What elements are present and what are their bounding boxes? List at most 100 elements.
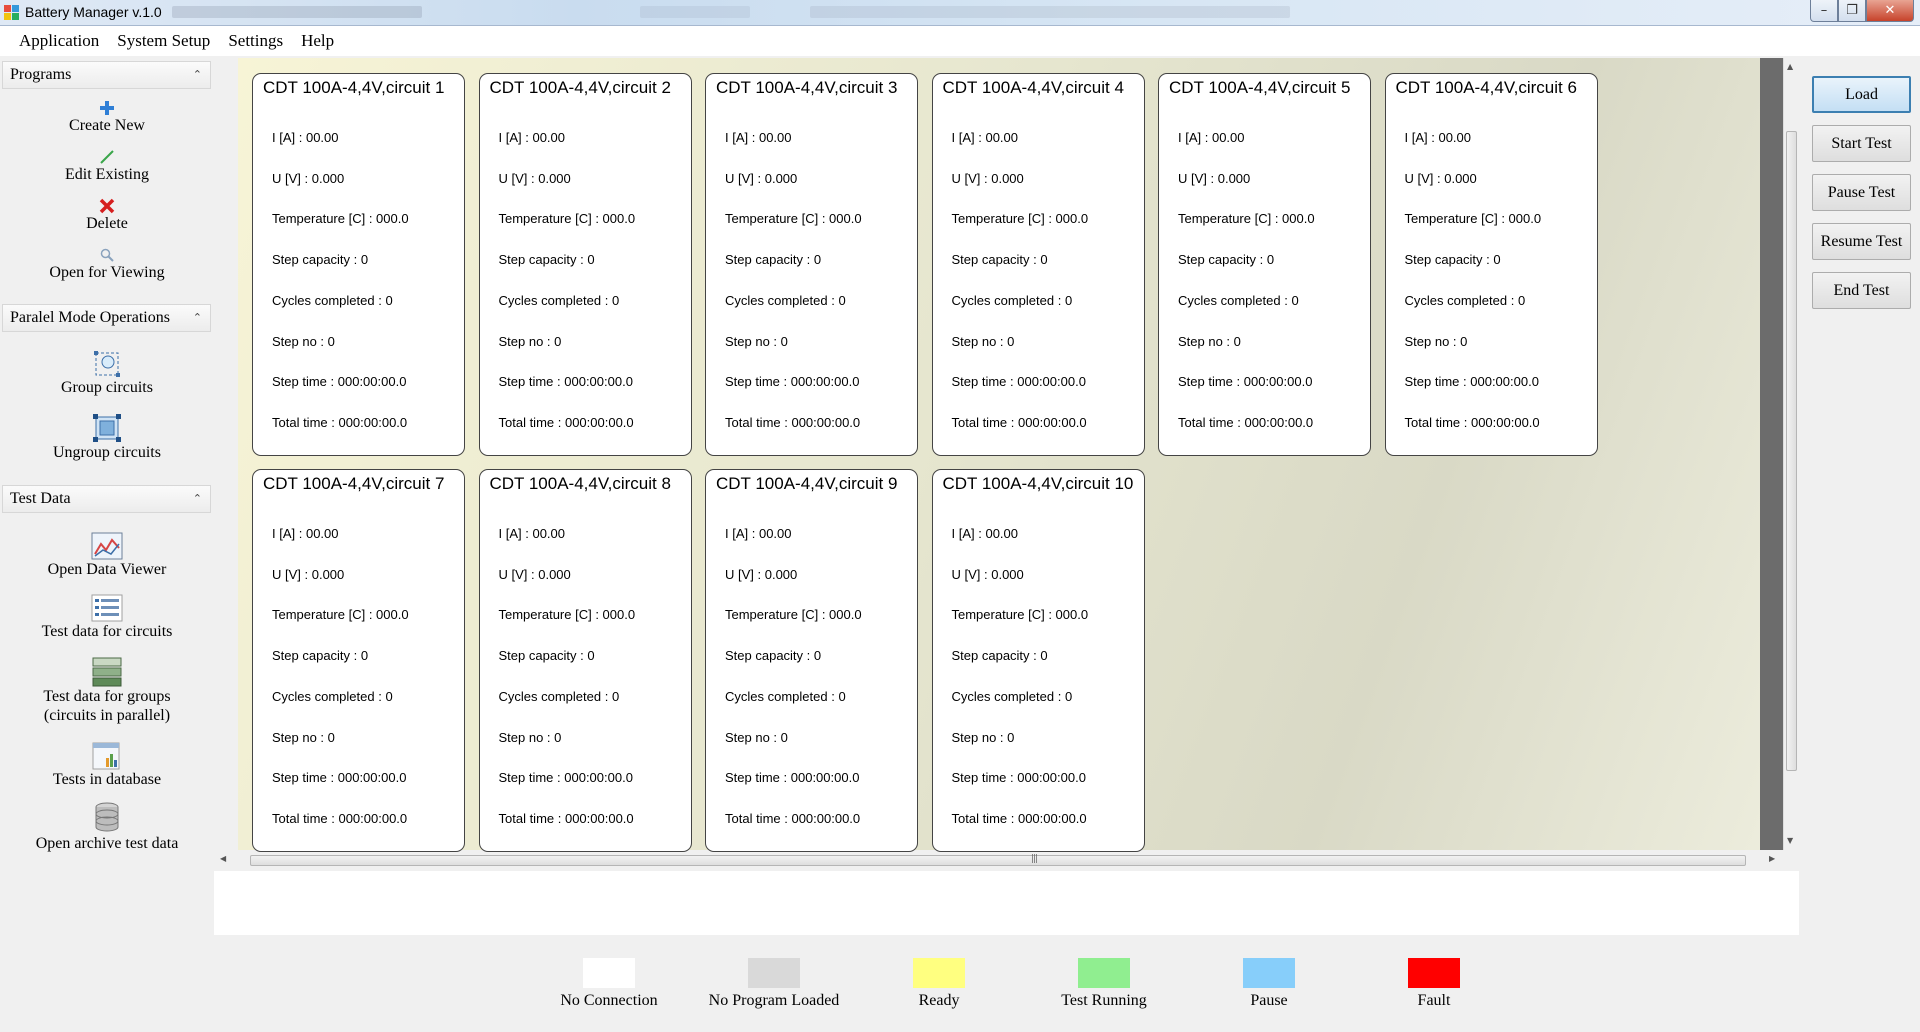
circuit-card[interactable]: CDT 100A-4,4V,circuit 6 I [A] : 00.00 U [V… xyxy=(1384,73,1598,456)
circuit-field-temperature: Temperature [C] : 000.0 xyxy=(272,607,409,622)
sidebar-item-open-archive-test-data[interactable]: Open archive test data xyxy=(0,802,214,853)
field-label: U [V] : xyxy=(498,170,539,186)
field-value: 000:00:00.0 xyxy=(337,374,407,390)
field-value: 0 xyxy=(327,333,335,349)
circuit-card[interactable]: CDT 100A-4,4V,circuit 2 I [A] : 00.00 U [V… xyxy=(478,73,692,456)
pause-test-button[interactable]: Pause Test xyxy=(1812,174,1911,211)
circuit-field-current: I [A] : 00.00 xyxy=(725,526,792,541)
resume-test-button[interactable]: Resume Test xyxy=(1812,223,1911,260)
field-value: 0 xyxy=(813,648,822,664)
circuit-card[interactable]: CDT 100A-4,4V,circuit 8 I [A] : 00.00 U [V… xyxy=(478,469,692,852)
sidebar-item-delete[interactable]: Delete xyxy=(0,198,214,233)
field-label: Temperature [C] : xyxy=(272,607,377,623)
circuit-card[interactable]: CDT 100A-4,4V,circuit 3 I [A] : 00.00 U [V… xyxy=(705,73,918,456)
field-label: I [A] : xyxy=(725,130,759,145)
field-value: 0.000 xyxy=(764,170,798,186)
legend-item: No Program Loaded xyxy=(684,958,864,1010)
sidebar-item-tests-in-database[interactable]: Tests in database xyxy=(0,742,214,789)
circuit-field-total-time: Total time : 000:00:00.0 xyxy=(952,811,1087,826)
circuit-field-step-time: Step time : 000:00:00.0 xyxy=(499,374,633,389)
app-icon xyxy=(4,5,21,21)
field-label: Cycles completed : xyxy=(725,292,839,308)
sidebar-item-create-new[interactable]: Create New xyxy=(0,100,214,135)
sidebar-item-open-for-viewing[interactable]: Open for Viewing xyxy=(0,247,214,282)
panel-margin xyxy=(214,58,238,850)
field-value: 0.000 xyxy=(991,566,1024,582)
sidebar-item-edit-existing[interactable]: Edit Existing xyxy=(0,149,214,184)
sidebar-item-ungroup-circuits[interactable]: Ungroup circuits xyxy=(0,413,214,462)
grouped-list-icon xyxy=(92,657,122,687)
field-value: 0 xyxy=(838,292,846,308)
field-label: Step capacity : xyxy=(951,252,1041,268)
collapse-caret-icon[interactable]: ⌃ xyxy=(193,68,202,81)
section-header-paralel-mode[interactable]: Paralel Mode Operations ⌃ xyxy=(2,304,211,332)
sidebar-item-test-data-for-circuits[interactable]: Test data for circuits xyxy=(0,594,214,641)
circuit-field-voltage: U [V] : 0.000 xyxy=(1405,171,1477,186)
field-value: 0.000 xyxy=(311,170,345,186)
circuit-field-step-capacity: Step capacity : 0 xyxy=(272,648,368,663)
circuit-title: CDT 100A-4,4V,circuit 3 xyxy=(716,78,898,97)
vertical-scroll-thumb[interactable] xyxy=(1786,131,1797,771)
circuit-card[interactable]: CDT 100A-4,4V,circuit 9 I [A] : 00.00 U [V… xyxy=(705,469,918,852)
circuit-field-current: I [A] : 00.00 xyxy=(725,130,792,145)
circuit-title: CDT 100A-4,4V,circuit 7 xyxy=(263,474,445,493)
circuit-card[interactable]: CDT 100A-4,4V,circuit 7 I [A] : 00.00 U [V… xyxy=(252,469,465,852)
legend-label: No Connection xyxy=(560,992,658,1009)
section-header-programs[interactable]: Programs ⌃ xyxy=(2,61,211,89)
scroll-up-icon[interactable]: ▲ xyxy=(1787,62,1793,71)
start-test-button[interactable]: Start Test xyxy=(1812,125,1911,162)
circuit-card[interactable]: CDT 100A-4,4V,circuit 5 I [A] : 00.00 U [V… xyxy=(1158,73,1371,456)
horizontal-scrollbar[interactable]: ◀ ||| ▶ xyxy=(214,852,1784,869)
field-label: Step no : xyxy=(272,333,328,349)
pencil-icon xyxy=(100,150,114,164)
load-button[interactable]: Load xyxy=(1812,76,1911,113)
sidebar-item-label: Ungroup circuits xyxy=(53,444,161,461)
legend-swatch xyxy=(748,958,800,988)
circuit-field-step-no: Step no : 0 xyxy=(952,334,1015,349)
collapse-caret-icon[interactable]: ⌃ xyxy=(193,311,202,324)
scroll-left-icon[interactable]: ◀ xyxy=(220,854,226,863)
circuit-card[interactable]: CDT 100A-4,4V,circuit 10 I [A] : 00.00 U [… xyxy=(931,469,1145,852)
vertical-scrollbar[interactable]: ▲ ▼ xyxy=(1783,58,1799,850)
circuit-field-voltage: U [V] : 0.000 xyxy=(725,171,797,186)
field-value: 00.00 xyxy=(532,526,566,541)
field-label: I [A] : xyxy=(498,130,533,145)
circuit-card[interactable]: CDT 100A-4,4V,circuit 4 I [A] : 00.00 U [V… xyxy=(931,73,1145,456)
circuit-field-temperature: Temperature [C] : 000.0 xyxy=(499,211,636,226)
circuit-field-step-no: Step no : 0 xyxy=(952,730,1015,745)
circuit-field-step-no: Step no : 0 xyxy=(725,730,788,745)
field-label: Temperature [C] : xyxy=(725,607,830,623)
sidebar-item-test-data-for-groups[interactable]: Test data for groups (circuits in parall… xyxy=(0,657,214,725)
menu-system-setup[interactable]: System Setup xyxy=(108,31,219,51)
menu-help[interactable]: Help xyxy=(292,31,343,51)
circuit-field-temperature: Temperature [C] : 000.0 xyxy=(499,607,636,622)
scroll-down-icon[interactable]: ▼ xyxy=(1787,836,1793,845)
field-label: Temperature [C] : xyxy=(1178,211,1283,227)
circuit-card[interactable]: CDT 100A-4,4V,circuit 1 I [A] : 00.00 U [V… xyxy=(252,73,465,456)
scroll-right-icon[interactable]: ▶ xyxy=(1769,854,1775,863)
field-value: 000:00:00.0 xyxy=(1470,374,1539,390)
circuit-field-cycles: Cycles completed : 0 xyxy=(1405,293,1526,308)
sidebar-item-open-data-viewer[interactable]: Open Data Viewer xyxy=(0,532,214,579)
field-value: 000:00:00.0 xyxy=(1017,810,1087,826)
legend-swatch xyxy=(1078,958,1130,988)
section-header-test-data[interactable]: Test Data ⌃ xyxy=(2,485,211,513)
horizontal-scroll-thumb[interactable]: ||| xyxy=(250,854,1746,866)
menu-application[interactable]: Application xyxy=(10,31,108,51)
close-icon[interactable]: ✕ xyxy=(1866,0,1914,22)
sidebar-item-group-circuits[interactable]: Group circuits xyxy=(0,350,214,397)
field-value: 0 xyxy=(838,688,846,704)
end-test-button[interactable]: End Test xyxy=(1812,272,1911,309)
field-value: 000.0 xyxy=(829,211,862,227)
field-value: 000:00:00.0 xyxy=(1017,414,1087,430)
collapse-caret-icon[interactable]: ⌃ xyxy=(193,492,202,505)
circuit-field-step-capacity: Step capacity : 0 xyxy=(1405,252,1501,267)
field-value: 000:00:00.0 xyxy=(790,374,860,390)
circuit-field-step-no: Step no : 0 xyxy=(725,334,788,349)
database-report-icon xyxy=(92,742,120,770)
menu-settings[interactable]: Settings xyxy=(219,31,292,51)
field-value: 0.000 xyxy=(764,566,798,582)
minimize-icon[interactable]: – xyxy=(1810,0,1838,22)
restore-icon[interactable]: ❐ xyxy=(1838,0,1866,22)
field-label: Step no : xyxy=(1178,333,1234,349)
